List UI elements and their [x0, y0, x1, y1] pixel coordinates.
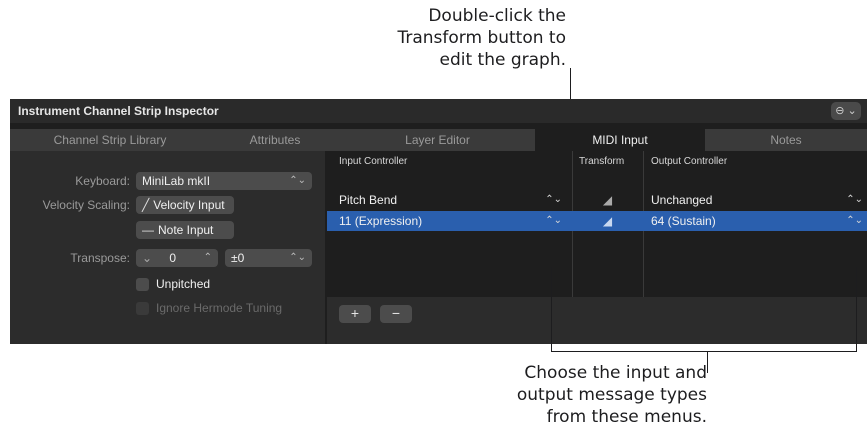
- keyboard-label: Keyboard:: [75, 174, 130, 188]
- ignore-hermode-checkbox[interactable]: [136, 302, 149, 315]
- updown-icon: ⌃⌄: [846, 215, 863, 226]
- input-controller-popup[interactable]: 11 (Expression) ⌃⌄: [327, 211, 572, 231]
- callout-line: output message types: [516, 385, 707, 405]
- updown-icon: ⌃⌄: [545, 215, 562, 226]
- updown-icon: ⌃⌄: [545, 194, 562, 205]
- transform-graph-icon: ◢: [602, 193, 613, 207]
- callout-line: Transform button to: [397, 28, 566, 48]
- keyboard-popup[interactable]: MiniLab mkII ⌃⌄: [136, 172, 312, 190]
- output-controller-popup[interactable]: 64 (Sustain) ⌃⌄: [643, 211, 867, 231]
- transpose-range-value: ±0: [231, 251, 245, 265]
- input-controller-header: Input Controller: [339, 156, 408, 167]
- action-menu-button[interactable]: ⊖ ⌄: [831, 102, 861, 120]
- unpitched-label: Unpitched: [156, 277, 211, 291]
- callout-menus: Choose the input and output message type…: [448, 362, 707, 428]
- table-row-selected[interactable]: 11 (Expression) ⌃⌄ ◢ 64 (Sustain) ⌃⌄: [327, 211, 867, 231]
- midi-mapping-table: Input Controller Transform Output Contro…: [327, 151, 867, 344]
- leader-line: [551, 267, 552, 352]
- callout-line: edit the graph.: [439, 50, 566, 70]
- input-controller-popup[interactable]: Pitch Bend ⌃⌄: [327, 190, 572, 210]
- channel-strip-inspector: Instrument Channel Strip Inspector ⊖ ⌄ C…: [10, 99, 867, 344]
- tab-attributes[interactable]: Attributes: [210, 129, 340, 151]
- callout-line: from these menus.: [546, 407, 707, 427]
- updown-icon: ⌃⌄: [846, 194, 863, 205]
- transpose-stepper[interactable]: ⌄ 0 ⌃: [136, 249, 218, 267]
- leader-line: [856, 267, 857, 352]
- tab-midi-input[interactable]: MIDI Input: [535, 129, 705, 151]
- window-title: Instrument Channel Strip Inspector: [18, 104, 219, 118]
- tab-notes[interactable]: Notes: [705, 129, 867, 151]
- table-footer: + −: [327, 297, 867, 344]
- remove-row-button[interactable]: −: [380, 305, 412, 323]
- output-controller-header: Output Controller: [651, 156, 728, 167]
- transform-header: Transform: [579, 156, 625, 167]
- keyboard-value: MiniLab mkII: [142, 174, 211, 188]
- callout-line: Double-click the: [428, 6, 566, 26]
- graph-icon: ╱: [142, 198, 150, 212]
- unpitched-checkbox[interactable]: [136, 278, 149, 291]
- add-row-button[interactable]: +: [339, 305, 371, 323]
- input-controller-value: 11 (Expression): [339, 214, 423, 228]
- updown-icon: ⌃⌄: [289, 252, 306, 263]
- callout-line: Choose the input and: [524, 363, 707, 383]
- velocity-scaling-label: Velocity Scaling:: [42, 198, 130, 212]
- tab-bar: Channel Strip Library Attributes Layer E…: [10, 129, 867, 151]
- velocity-input-button[interactable]: ╱ Velocity Input: [136, 196, 234, 214]
- titlebar: Instrument Channel Strip Inspector ⊖ ⌄: [10, 99, 867, 123]
- output-controller-popup[interactable]: Unchanged ⌃⌄: [643, 190, 867, 210]
- table-row[interactable]: Pitch Bend ⌃⌄ ◢ Unchanged ⌃⌄: [327, 190, 867, 210]
- midi-settings-panel: Keyboard: MiniLab mkII ⌃⌄ Velocity Scali…: [10, 151, 325, 344]
- velocity-input-label: Velocity Input: [153, 198, 225, 212]
- tab-layer-editor[interactable]: Layer Editor: [340, 129, 535, 151]
- output-controller-value: Unchanged: [651, 193, 713, 207]
- transpose-value: 0: [169, 251, 177, 265]
- updown-icon: ⌃⌄: [289, 175, 306, 186]
- leader-line: [551, 351, 857, 352]
- output-controller-value: 64 (Sustain): [651, 214, 716, 228]
- transpose-label: Transpose:: [70, 251, 130, 265]
- callout-transform: Double-click the Transform button to edi…: [306, 5, 566, 71]
- chevron-up-icon[interactable]: ⌃: [204, 249, 212, 267]
- note-input-button[interactable]: — Note Input: [136, 221, 234, 239]
- transform-button[interactable]: ◢: [572, 211, 643, 231]
- flat-line-icon: —: [142, 223, 154, 237]
- note-input-label: Note Input: [158, 223, 214, 237]
- leader-line: [707, 351, 708, 373]
- transform-graph-icon: ◢: [602, 214, 613, 228]
- ignore-hermode-label: Ignore Hermode Tuning: [156, 301, 283, 315]
- tab-channel-strip-library[interactable]: Channel Strip Library: [10, 129, 210, 151]
- chevron-down-icon[interactable]: ⌄: [142, 251, 152, 265]
- transpose-range-popup[interactable]: ±0 ⌃⌄: [225, 249, 312, 267]
- input-controller-value: Pitch Bend: [339, 193, 398, 207]
- transform-button[interactable]: ◢: [572, 190, 643, 210]
